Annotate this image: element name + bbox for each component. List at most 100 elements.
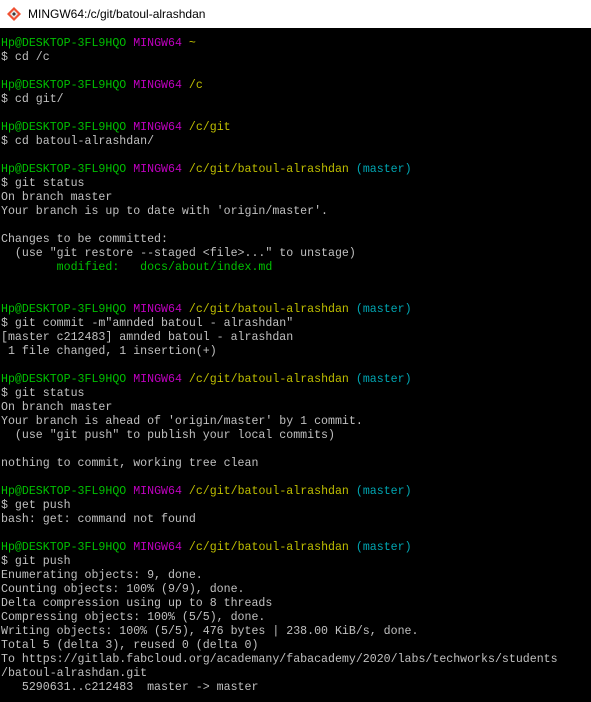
prompt-user-host: Hp@DESKTOP-3FL9HQO <box>1 541 127 554</box>
terminal-text: (use "git push" to publish your local co… <box>1 429 335 442</box>
prompt-path: /c/git/batoul-alrashdan <box>188 303 349 316</box>
git-bash-icon <box>6 6 22 22</box>
terminal-text: Changes to be committed: <box>1 233 168 246</box>
terminal-text: 5290631..c212483 master -> master <box>1 681 259 694</box>
terminal-text: [master c212483] amnded batoul - alrashd… <box>1 331 294 344</box>
prompt-path: /c/git/batoul-alrashdan <box>188 485 349 498</box>
terminal-text: Counting objects: 100% (9/9), done. <box>1 583 245 596</box>
terminal-line: /batoul-alrashdan.git <box>1 667 591 681</box>
terminal-window: MINGW64:/c/git/batoul-alrashdan Hp@DESKT… <box>0 0 591 702</box>
terminal-line: Hp@DESKTOP-3FL9HQO MINGW64 /c/git/batoul… <box>1 373 591 387</box>
terminal-line: Hp@DESKTOP-3FL9HQO MINGW64 /c/git <box>1 121 591 135</box>
prompt-shell-name: MINGW64 <box>133 541 182 554</box>
terminal-line: Enumerating objects: 9, done. <box>1 569 591 583</box>
terminal-text: Your branch is ahead of 'origin/master' … <box>1 415 363 428</box>
prompt-shell-name: MINGW64 <box>133 373 182 386</box>
prompt-shell-name: MINGW64 <box>133 485 182 498</box>
terminal-line: (use "git push" to publish your local co… <box>1 429 591 443</box>
terminal-line: Changes to be committed: <box>1 233 591 247</box>
terminal-text: Writing objects: 100% (5/5), 476 bytes |… <box>1 625 419 638</box>
terminal-line: On branch master <box>1 401 591 415</box>
terminal-text: $ cd git/ <box>1 93 64 106</box>
terminal-line: Hp@DESKTOP-3FL9HQO MINGW64 /c <box>1 79 591 93</box>
terminal-text: $ cd /c <box>1 51 50 64</box>
prompt-branch: (master) <box>355 541 412 554</box>
prompt-shell-name: MINGW64 <box>133 303 182 316</box>
terminal-text: Delta compression using up to 8 threads <box>1 597 273 610</box>
terminal-text: $ git status <box>1 387 85 400</box>
title-bar[interactable]: MINGW64:/c/git/batoul-alrashdan <box>0 0 591 28</box>
terminal-text: Compressing objects: 100% (5/5), done. <box>1 611 266 624</box>
terminal-text: $ get push <box>1 499 71 512</box>
prompt-user-host: Hp@DESKTOP-3FL9HQO <box>1 163 127 176</box>
prompt-path: ~ <box>188 37 196 50</box>
terminal-text: bash: get: command not found <box>1 513 196 526</box>
prompt-shell-name: MINGW64 <box>133 37 182 50</box>
terminal-line: $ git commit -m"amnded batoul - alrashda… <box>1 317 591 331</box>
terminal-text: /batoul-alrashdan.git <box>1 667 148 680</box>
prompt-shell-name: MINGW64 <box>133 163 182 176</box>
prompt-user-host: Hp@DESKTOP-3FL9HQO <box>1 373 127 386</box>
terminal-line: bash: get: command not found <box>1 513 591 527</box>
terminal-line: 1 file changed, 1 insertion(+) <box>1 345 591 359</box>
terminal-line: modified: docs/about/index.md <box>1 261 591 275</box>
terminal-line: Hp@DESKTOP-3FL9HQO MINGW64 /c/git/batoul… <box>1 303 591 317</box>
terminal-text: 1 file changed, 1 insertion(+) <box>1 345 217 358</box>
terminal-line: Counting objects: 100% (9/9), done. <box>1 583 591 597</box>
terminal-line: Compressing objects: 100% (5/5), done. <box>1 611 591 625</box>
terminal-line: Hp@DESKTOP-3FL9HQO MINGW64 /c/git/batoul… <box>1 485 591 499</box>
terminal-text: nothing to commit, working tree clean <box>1 457 259 470</box>
prompt-user-host: Hp@DESKTOP-3FL9HQO <box>1 303 127 316</box>
prompt-path: /c/git <box>188 121 231 134</box>
terminal-line: $ git status <box>1 387 591 401</box>
terminal-line: Hp@DESKTOP-3FL9HQO MINGW64 /c/git/batoul… <box>1 541 591 555</box>
terminal-line: Delta compression using up to 8 threads <box>1 597 591 611</box>
terminal-text: $ cd batoul-alrashdan/ <box>1 135 155 148</box>
terminal-line: Your branch is up to date with 'origin/m… <box>1 205 591 219</box>
terminal-line: $ git push <box>1 555 591 569</box>
terminal-line: Writing objects: 100% (5/5), 476 bytes |… <box>1 625 591 639</box>
prompt-branch: (master) <box>355 303 412 316</box>
terminal-text: (use "git restore --staged <file>..." to… <box>1 247 356 260</box>
terminal-output[interactable]: Hp@DESKTOP-3FL9HQO MINGW64 ~ $ cd /c Hp@DE… <box>0 37 591 702</box>
terminal-line: $ cd batoul-alrashdan/ <box>1 135 591 149</box>
terminal-line: Hp@DESKTOP-3FL9HQO MINGW64 ~ <box>1 37 591 51</box>
window-title: MINGW64:/c/git/batoul-alrashdan <box>28 7 206 21</box>
terminal-line: $ cd git/ <box>1 93 591 107</box>
terminal-line: Your branch is ahead of 'origin/master' … <box>1 415 591 429</box>
prompt-path: /c/git/batoul-alrashdan <box>188 541 349 554</box>
terminal-text: $ git status <box>1 177 85 190</box>
prompt-branch: (master) <box>355 163 412 176</box>
terminal-text: On branch master <box>1 191 113 204</box>
terminal-line: 5290631..c212483 master -> master <box>1 681 591 695</box>
prompt-path: /c/git/batoul-alrashdan <box>188 163 349 176</box>
terminal-line: On branch master <box>1 191 591 205</box>
terminal-line: [master c212483] amnded batoul - alrashd… <box>1 331 591 345</box>
prompt-shell-name: MINGW64 <box>133 121 182 134</box>
terminal-text: Total 5 (delta 3), reused 0 (delta 0) <box>1 639 259 652</box>
terminal-line: nothing to commit, working tree clean <box>1 457 591 471</box>
terminal-line: $ cd /c <box>1 51 591 65</box>
terminal-text: To https://gitlab.fabcloud.org/academany… <box>1 653 558 666</box>
prompt-user-host: Hp@DESKTOP-3FL9HQO <box>1 121 127 134</box>
terminal-text: $ git push <box>1 555 71 568</box>
